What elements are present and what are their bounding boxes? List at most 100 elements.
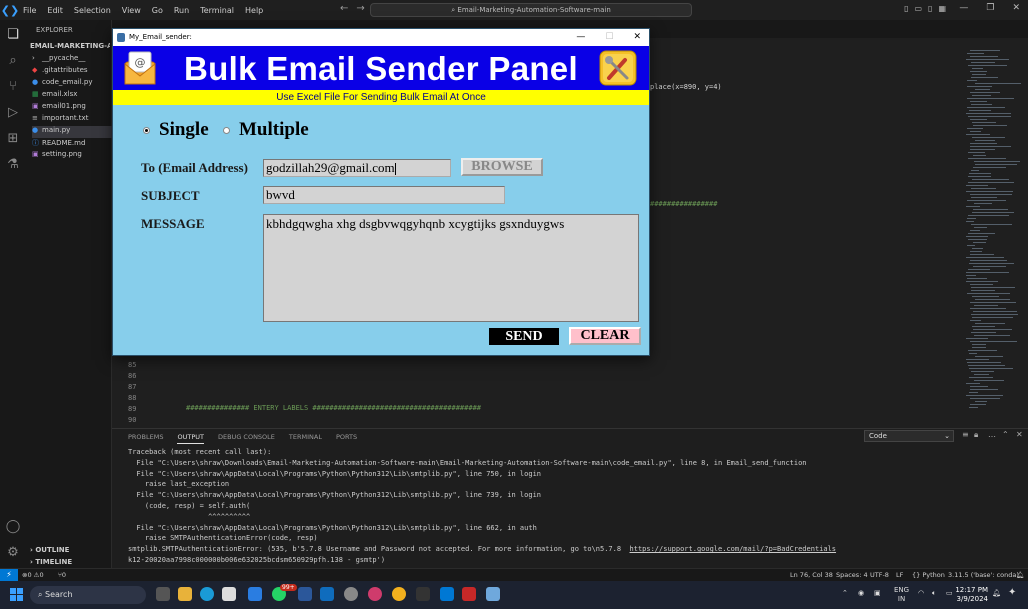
eol[interactable]: LF: [896, 571, 903, 579]
project-folder[interactable]: EMAIL-MARKETING-AUTO...: [30, 42, 110, 50]
outlook-icon[interactable]: [320, 587, 334, 601]
search-icon[interactable]: ⌕: [4, 52, 22, 70]
minimap[interactable]: [964, 50, 1026, 420]
menu-selection[interactable]: Selection: [74, 6, 111, 15]
list-icon[interactable]: ≡: [962, 430, 969, 439]
app-icon[interactable]: [462, 587, 476, 601]
file-item[interactable]: ▣ email01.png: [32, 102, 112, 114]
radio-multiple-label[interactable]: Multiple: [239, 119, 309, 141]
file-explorer-icon[interactable]: [178, 587, 192, 601]
toggle-panel-icon[interactable]: ▭: [914, 4, 922, 13]
menu-go[interactable]: Go: [152, 6, 163, 15]
to-email-input[interactable]: godzillah29@gmail.com: [263, 159, 451, 177]
menu-file[interactable]: File: [23, 6, 36, 15]
close-panel-icon[interactable]: ✕: [1016, 430, 1023, 439]
cursor-position[interactable]: Ln 76, Col 38: [790, 571, 833, 579]
tray-app-icon[interactable]: ▣: [874, 589, 881, 597]
taskbar-clock[interactable]: 12:17 PM 3/9/2024: [955, 586, 988, 604]
more-icon[interactable]: …: [988, 430, 996, 439]
file-item-selected[interactable]: ● main.py: [32, 126, 112, 138]
tray-chevron-icon[interactable]: ⌃: [842, 589, 848, 597]
battery-icon[interactable]: ▭: [946, 589, 953, 597]
app-icon[interactable]: [248, 587, 262, 601]
menu-run[interactable]: Run: [174, 6, 189, 15]
menu-terminal[interactable]: Terminal: [200, 6, 234, 15]
tray-app-icon[interactable]: ◉: [858, 589, 864, 597]
extensions-icon[interactable]: ⊞: [4, 130, 22, 148]
radio-single[interactable]: [143, 127, 150, 134]
file-item[interactable]: ▣ setting.png: [32, 150, 112, 162]
language-indicator[interactable]: ENG IN: [894, 586, 909, 604]
menu-view[interactable]: View: [122, 6, 141, 15]
file-item[interactable]: › __pycache__: [32, 54, 112, 66]
notifications-icon[interactable]: 🔔︎: [1016, 571, 1024, 579]
command-center-search[interactable]: ⌕ Email-Marketing-Automation-Software-ma…: [370, 3, 692, 17]
clear-button[interactable]: CLEAR: [569, 327, 641, 345]
error-help-link[interactable]: https://support.google.com/mail/?p=BadCr…: [630, 545, 837, 553]
chrome-icon[interactable]: [392, 587, 406, 601]
problems-status[interactable]: ⊗0 ⚠0: [22, 571, 44, 579]
maximize-icon[interactable]: ❐: [986, 3, 994, 13]
file-item[interactable]: ≡ important.txt: [32, 114, 112, 126]
minimize-icon[interactable]: —: [576, 29, 585, 46]
message-textarea[interactable]: kbhdgqwgha xhg dsgbvwqgyhqnb xcygtijks g…: [263, 214, 639, 322]
ports-status[interactable]: ⑂0: [58, 571, 66, 579]
tab-output[interactable]: OUTPUT: [177, 433, 204, 444]
windows-start-icon[interactable]: [10, 588, 24, 602]
notification-bell-icon[interactable]: 🔔︎: [992, 589, 1001, 597]
tab-debug-console[interactable]: DEBUG CONSOLE: [218, 433, 275, 444]
terminal-icon[interactable]: [416, 587, 430, 601]
file-item[interactable]: ◆ .gitattributes: [32, 66, 112, 78]
app-icon[interactable]: [368, 587, 382, 601]
outline-section[interactable]: › OUTLINE: [30, 546, 69, 554]
account-icon[interactable]: ◯: [4, 518, 22, 536]
menu-edit[interactable]: Edit: [47, 6, 63, 15]
customize-layout-icon[interactable]: ▦: [938, 4, 946, 13]
lock-icon[interactable]: 🔒︎: [974, 430, 978, 440]
tab-terminal[interactable]: TERMINAL: [289, 433, 322, 444]
browse-button[interactable]: BROWSE: [461, 158, 543, 176]
output-channel-select[interactable]: Code ⌄: [864, 430, 954, 442]
language-mode[interactable]: {} Python: [912, 571, 945, 579]
run-debug-icon[interactable]: ▷: [4, 104, 22, 122]
to-label: To (Email Address): [141, 160, 248, 175]
source-control-icon[interactable]: ⑂: [4, 78, 22, 96]
close-icon[interactable]: ✕: [633, 29, 641, 46]
file-item[interactable]: ⓘ README.md: [32, 138, 112, 150]
subject-input[interactable]: bwvd: [263, 186, 505, 204]
close-icon[interactable]: ✕: [1012, 3, 1020, 13]
send-button[interactable]: SEND: [489, 328, 559, 345]
settings-icon[interactable]: [344, 587, 358, 601]
file-item[interactable]: ● code_email.py: [32, 78, 112, 90]
toggle-sidebar-icon[interactable]: ▯: [904, 4, 908, 13]
taskbar-search[interactable]: ⌕ Search: [30, 586, 146, 604]
edge-icon[interactable]: [200, 587, 214, 601]
minimize-icon[interactable]: —: [959, 3, 968, 13]
menu-help[interactable]: Help: [245, 6, 263, 15]
task-view-icon[interactable]: [156, 587, 170, 601]
copilot-icon[interactable]: ✦: [1008, 587, 1016, 598]
encoding[interactable]: UTF-8: [870, 571, 889, 579]
chevron-up-icon[interactable]: ⌃: [1002, 430, 1009, 439]
settings-gear-icon[interactable]: ⚙: [4, 544, 22, 562]
timeline-section[interactable]: › TIMELINE: [30, 558, 72, 566]
nav-arrows-icon[interactable]: ←→: [340, 3, 373, 14]
word-icon[interactable]: [298, 587, 312, 601]
wifi-icon[interactable]: ◠: [918, 589, 924, 597]
indentation[interactable]: Spaces: 4: [836, 571, 868, 579]
radio-multiple[interactable]: [223, 127, 230, 134]
vscode-taskbar-icon[interactable]: [440, 587, 454, 601]
explorer-icon[interactable]: ❏: [4, 26, 22, 44]
file-item[interactable]: ▦ email.xlsx: [32, 90, 112, 102]
python-interpreter[interactable]: 3.11.5 ('base': conda): [948, 571, 1019, 579]
volume-icon[interactable]: 🔈︎: [932, 589, 936, 598]
minimap-line: [972, 248, 983, 249]
minimap-line: [973, 167, 1006, 168]
toggle-secondary-icon[interactable]: ▯: [928, 4, 932, 13]
tab-ports[interactable]: PORTS: [336, 433, 357, 444]
tab-problems[interactable]: PROBLEMS: [128, 433, 163, 444]
testing-icon[interactable]: ⚗: [4, 156, 22, 174]
store-icon[interactable]: [222, 587, 236, 601]
radio-single-label[interactable]: Single: [159, 119, 209, 141]
python-window-icon[interactable]: [486, 587, 500, 601]
